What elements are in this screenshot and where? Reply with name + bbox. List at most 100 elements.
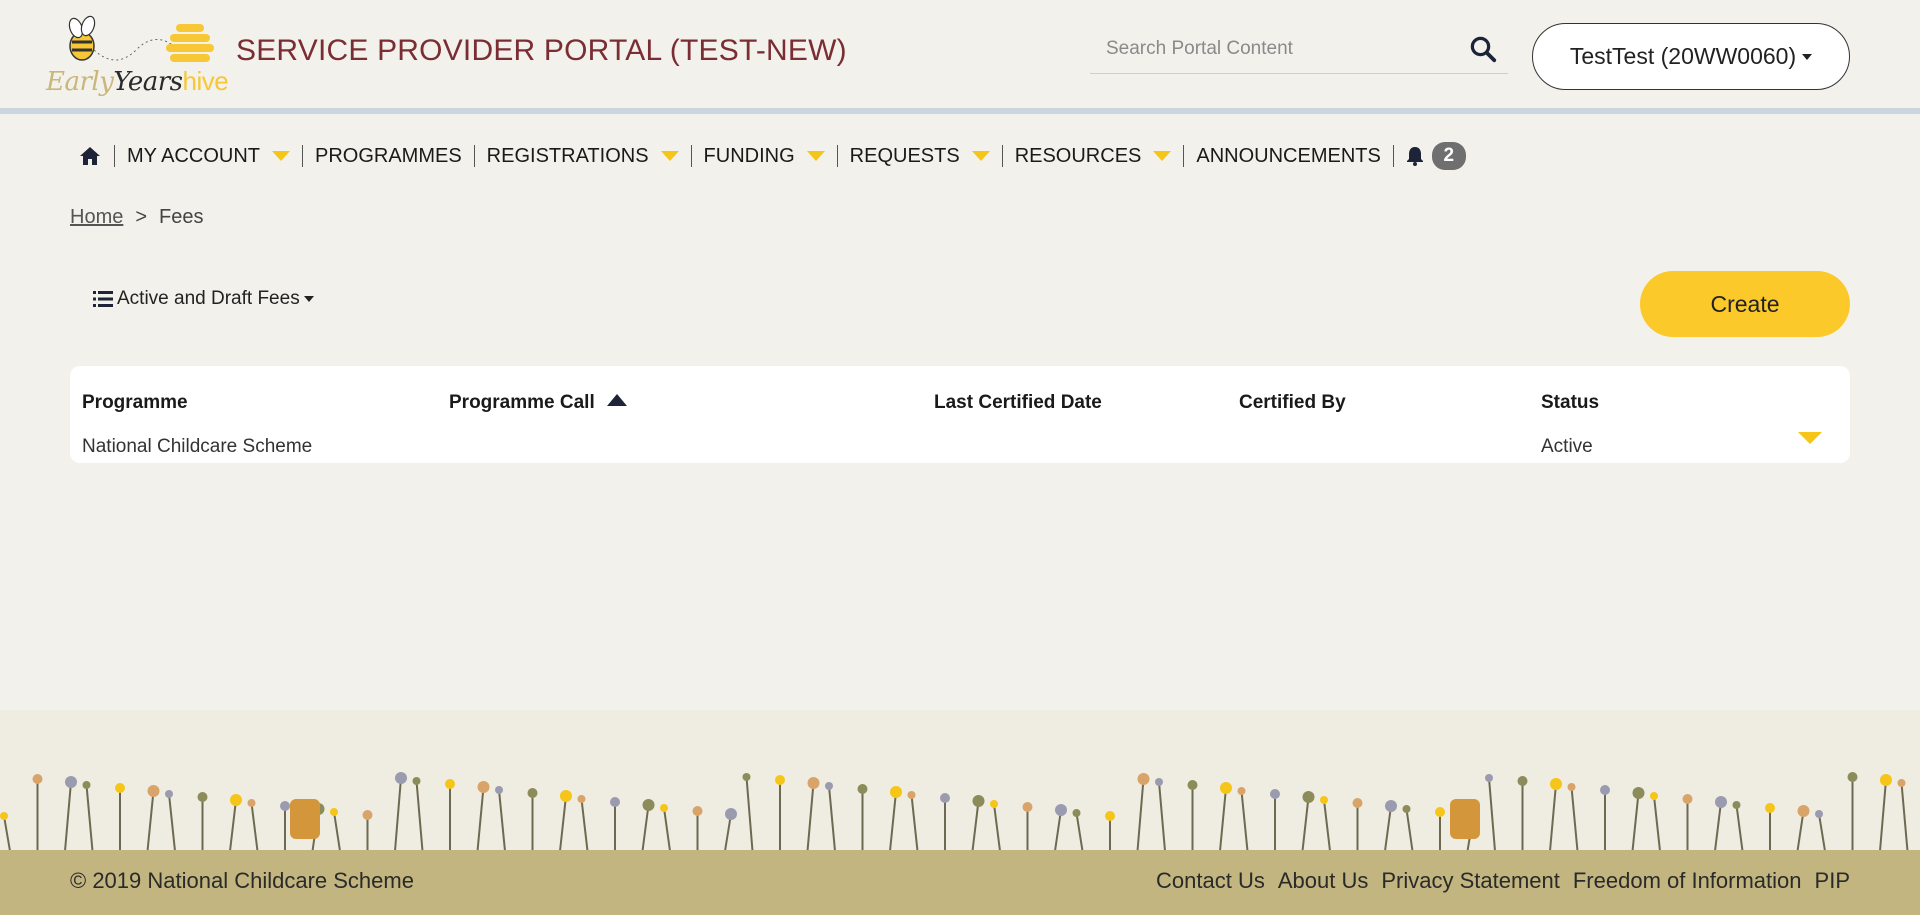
footer-link-pip[interactable]: PIP [1815,868,1850,894]
flower-head [1385,800,1397,812]
flower-stem [1735,804,1744,851]
flower-stem [993,803,1001,851]
flower-head [1715,796,1727,808]
search-icon[interactable] [1468,34,1498,64]
nav-registrations[interactable]: REGISTRATIONS [475,144,691,168]
flower-stem [1796,810,1805,851]
search-bar [1090,26,1508,74]
nav-label: MY ACCOUNT [127,144,260,167]
flower-stem [1653,795,1661,851]
flower-head [82,781,91,789]
column-header-status[interactable]: Status [1541,392,1599,414]
flower-head [147,785,160,797]
view-selector-dropdown[interactable]: Active and Draft Fees [92,288,314,310]
notification-count-badge: 2 [1431,142,1466,170]
logo-word-hive: hive [182,66,229,96]
flower-head [1815,810,1823,818]
breadcrumb: Home > Fees [70,206,204,229]
footer-link-freedom-of-information[interactable]: Freedom of Information [1573,868,1802,894]
flower-head [1485,774,1493,782]
flower-head [412,777,421,785]
nav-home[interactable] [72,144,114,168]
flower-head [1682,794,1693,804]
flower-head [1055,804,1067,816]
flower-head [890,786,902,798]
nav-programmes[interactable]: PROGRAMMES [303,144,474,168]
flower-head [560,790,572,802]
flower-head [65,776,77,788]
flower-stem [168,793,176,851]
logo-word-years: Years [113,67,183,97]
column-header-label: Last Certified Date [934,392,1102,413]
column-header-programme[interactable]: Programme [82,392,188,414]
chevron-down-icon [806,151,825,161]
nav-requests[interactable]: REQUESTS [838,144,1002,168]
logo-wordmark: EarlyYearshive [46,66,229,97]
site-footer: © 2019 National Childcare Scheme Contact… [0,850,1920,915]
flower-stem [1879,779,1887,851]
flower-head [857,784,868,794]
flower-head [32,774,43,784]
flower-head [1765,803,1775,813]
nav-notifications[interactable]: 2 [1394,142,1478,170]
chevron-down-icon [1153,151,1172,161]
flower-stem [1714,801,1722,851]
footer-link-about-us[interactable]: About Us [1278,868,1369,894]
flower-head [577,795,586,803]
nav-funding[interactable]: FUNDING [692,144,837,168]
cell-status: Active [1541,436,1593,457]
flower-head [247,799,256,807]
flower-stem [333,811,341,851]
nav-announcements[interactable]: ANNOUNCEMENTS [1184,144,1392,168]
flower-head [1650,792,1658,800]
create-button[interactable]: Create [1640,271,1850,337]
flower-head [1237,787,1246,795]
flower-stem [1631,792,1640,851]
nav-label: REQUESTS [849,144,960,167]
flower-stem [394,777,402,851]
nav-label: REGISTRATIONS [486,144,649,167]
column-header-last-certified-date[interactable]: Last Certified Date [934,392,1102,414]
flower-stem [663,807,671,851]
flower-head [1352,798,1363,808]
flower-head [165,790,173,798]
nav-my-account[interactable]: MY ACCOUNT [115,144,302,168]
breadcrumb-home-link[interactable]: Home [70,206,123,229]
nav-resources[interactable]: RESOURCES [1003,144,1184,168]
flower-stem [1900,782,1909,851]
flower-stem [3,815,11,851]
flower-head [742,773,751,781]
flower-head [990,800,998,808]
flower-head [1732,801,1741,809]
flower-head [775,775,785,785]
flower-head [1880,774,1892,786]
copyright-text: © 2019 National Childcare Scheme [70,868,414,893]
account-menu-button[interactable]: TestTest (20WW0060) [1532,23,1850,90]
flower-stem [1384,805,1392,851]
home-icon [80,147,100,165]
column-header-programme-call[interactable]: Programme Call [449,392,627,414]
flower-head [1105,811,1115,821]
column-header-certified-by[interactable]: Certified By [1239,392,1346,414]
chevron-down-icon [660,151,679,161]
list-icon [93,291,113,307]
view-selector-label: Active and Draft Fees [117,288,300,309]
beehive-illustration [290,799,320,839]
floral-decoration [0,772,1909,851]
flower-head [1320,796,1328,804]
flower-head [495,786,503,794]
flower-head [330,808,338,816]
row-actions-dropdown-icon[interactable] [1798,432,1822,444]
fees-table: Programme Programme Call Last Certified … [70,366,1850,463]
footer-link-contact-us[interactable]: Contact Us [1156,868,1265,894]
flower-head [940,793,950,803]
footer-link-privacy-statement[interactable]: Privacy Statement [1381,868,1560,894]
portal-title: SERVICE PROVIDER PORTAL (TEST-NEW) [236,34,847,67]
account-label: TestTest (20WW0060) [1569,43,1797,69]
flower-stem [828,785,836,851]
flower-head [1402,805,1411,813]
flower-stem [1075,812,1084,851]
flower-head [972,795,985,807]
flower-head [395,772,407,784]
search-input[interactable] [1090,26,1450,72]
